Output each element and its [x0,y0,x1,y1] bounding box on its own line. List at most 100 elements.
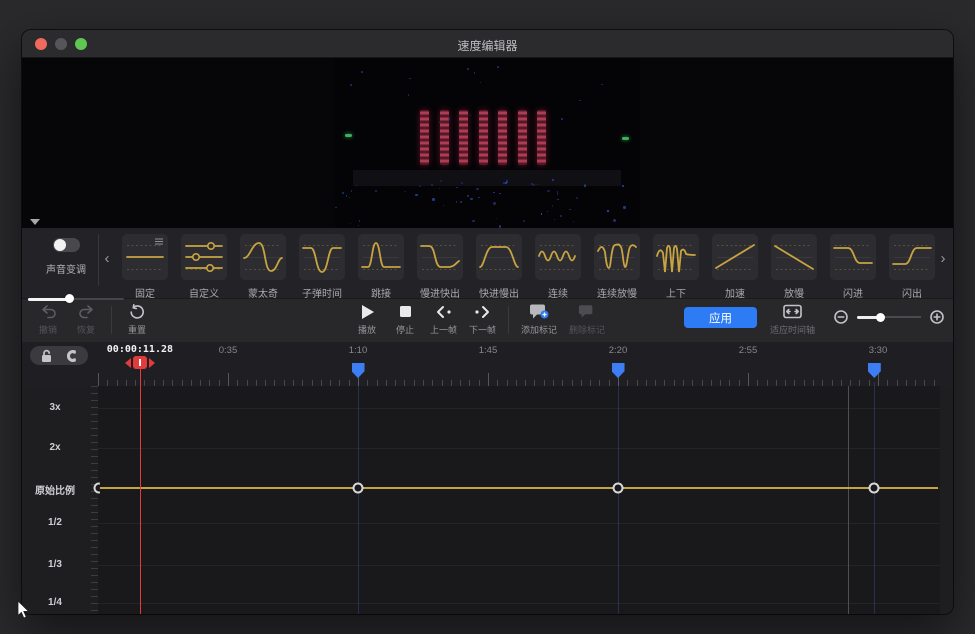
playhead-left-arrow-icon[interactable] [125,358,131,368]
reset-button[interactable]: 重置 [124,303,150,336]
audience-light-dot [349,197,350,198]
audience-light-dot [607,210,609,212]
flash-in-curve-icon [830,234,876,280]
apply-button[interactable]: 应用 [684,307,757,328]
audience-light-dot [415,194,417,196]
add-marker-button[interactable]: 添加标记 [521,303,557,336]
previous-frame-button[interactable]: 上一帧 [430,303,457,336]
slow-down-thumbnail [771,234,817,280]
audience-light-dot [476,188,479,191]
preset-speed-up[interactable]: 加速 [712,234,758,300]
speed-curve-line[interactable] [98,487,938,489]
audience-light-dot [358,225,360,227]
audience-light-dot [361,71,363,73]
marker-guide-line [358,382,359,614]
audience-light-dot [561,118,563,120]
preset-flash-in[interactable]: 闪进 [830,234,876,300]
chevron-down-icon[interactable] [30,219,40,225]
fit-timeline-button[interactable]: 适应时间轴 [770,303,815,336]
previous-frame-icon [435,303,452,320]
zoom-slider-knob[interactable] [876,313,885,322]
audience-light-dot [541,213,543,215]
preset-up-down[interactable]: 上下 [653,234,699,300]
speed-presets-panel: 声音变调 ‹ 固定 自定义 蒙太奇 子弹时间 跳接 慢进快出 [22,228,953,298]
audience-light-dot [472,220,475,223]
time-ruler[interactable]: 0:351:101:452:202:553:30 [98,342,940,386]
audience-light-dot [493,192,494,193]
lock-icon[interactable] [40,349,53,363]
gridline [98,603,940,604]
preset-fixed[interactable]: 固定 [122,234,168,300]
audience-light-dot [359,220,361,222]
playhead-right-arrow-icon[interactable] [149,358,155,368]
preset-montage[interactable]: 蒙太奇 [240,234,286,300]
speed-keyframe[interactable] [353,483,364,494]
playhead-line[interactable] [140,369,141,614]
speed-keyframe[interactable] [869,483,880,494]
stop-button[interactable]: 停止 [392,303,418,336]
marker-guide-line [618,382,619,614]
presets-scroll-right-button[interactable]: › [935,228,951,298]
ruler-time-label: 1:45 [479,345,498,356]
timeline-marker[interactable] [352,363,365,378]
speed-curve-plot[interactable] [98,386,940,614]
toolbar: 撤销 恢复 重置 播放 [22,298,953,342]
timeline-zoom-slider[interactable] [857,313,921,322]
add-marker-icon [529,303,549,320]
redo-button: 恢复 [73,303,99,336]
ruler-time-label: 2:20 [609,345,628,356]
flash-out-thumbnail [889,234,935,280]
timeline-tools-pill [30,346,88,365]
audience-light-dot [470,115,472,117]
speed-keyframe[interactable] [613,483,624,494]
preset-custom[interactable]: 自定义 [181,234,227,300]
preset-flash-out[interactable]: 闪出 [889,234,935,300]
ruler-tick [878,373,879,386]
gridline [98,565,940,566]
audience-light-dot [523,220,524,221]
ruler-tick [748,373,749,386]
divider [508,306,509,334]
audience-light-dot [342,192,344,194]
montage-thumbnail [240,234,286,280]
audio-pitch-toggle[interactable] [53,238,80,252]
audience-light-dot [480,82,482,84]
audience-light-dot [569,209,571,211]
zoom-out-icon[interactable] [834,310,848,324]
stop-icon [399,303,412,320]
playhead-grip[interactable] [133,356,147,369]
audience-light-dot [432,198,435,201]
preset-slow-down[interactable]: 放慢 [771,234,817,300]
play-button[interactable]: 播放 [354,303,380,336]
undo-button: 撤销 [35,303,61,336]
audience-light-dot [356,185,357,186]
audience-light-dot [576,197,579,200]
audience-light-dot [351,190,353,192]
preset-jump-cut[interactable]: 跳接 [358,234,404,300]
preset-slow-in-fast-out[interactable]: 慢进快出 [417,234,463,300]
presets-scroll-left-button[interactable]: ‹ [99,228,115,298]
audience-light-dot [409,78,411,80]
magnet-snap-icon[interactable] [64,349,78,363]
next-frame-button[interactable]: 下一帧 [469,303,496,336]
playhead-handle[interactable] [125,356,155,369]
audience-light-dot [497,66,499,68]
speed-scale-label: 1/3 [22,559,88,570]
preset-bullet-time[interactable]: 子弹时间 [299,234,345,300]
speed-up-thumbnail [712,234,758,280]
playback-controls-group: 播放 停止 上一帧 下一帧 [354,303,605,336]
preset-fast-in-slow-out[interactable]: 快进慢出 [476,234,522,300]
audience-light-dot [499,193,500,194]
custom-thumbnail [181,234,227,280]
gridline [98,523,940,524]
zoom-in-icon[interactable] [930,310,944,324]
audience-light-dot [552,205,553,206]
gridline [98,448,940,449]
preset-continuous-slow[interactable]: 连续放慢 [594,234,640,300]
preset-continuous[interactable]: 连续 [535,234,581,300]
timeline-marker[interactable] [612,363,625,378]
presets-scrollbar[interactable] [28,296,124,301]
scrollbar-knob[interactable] [65,294,74,303]
stage-light-column [459,110,468,165]
speed-scale-label: 3x [22,402,88,413]
